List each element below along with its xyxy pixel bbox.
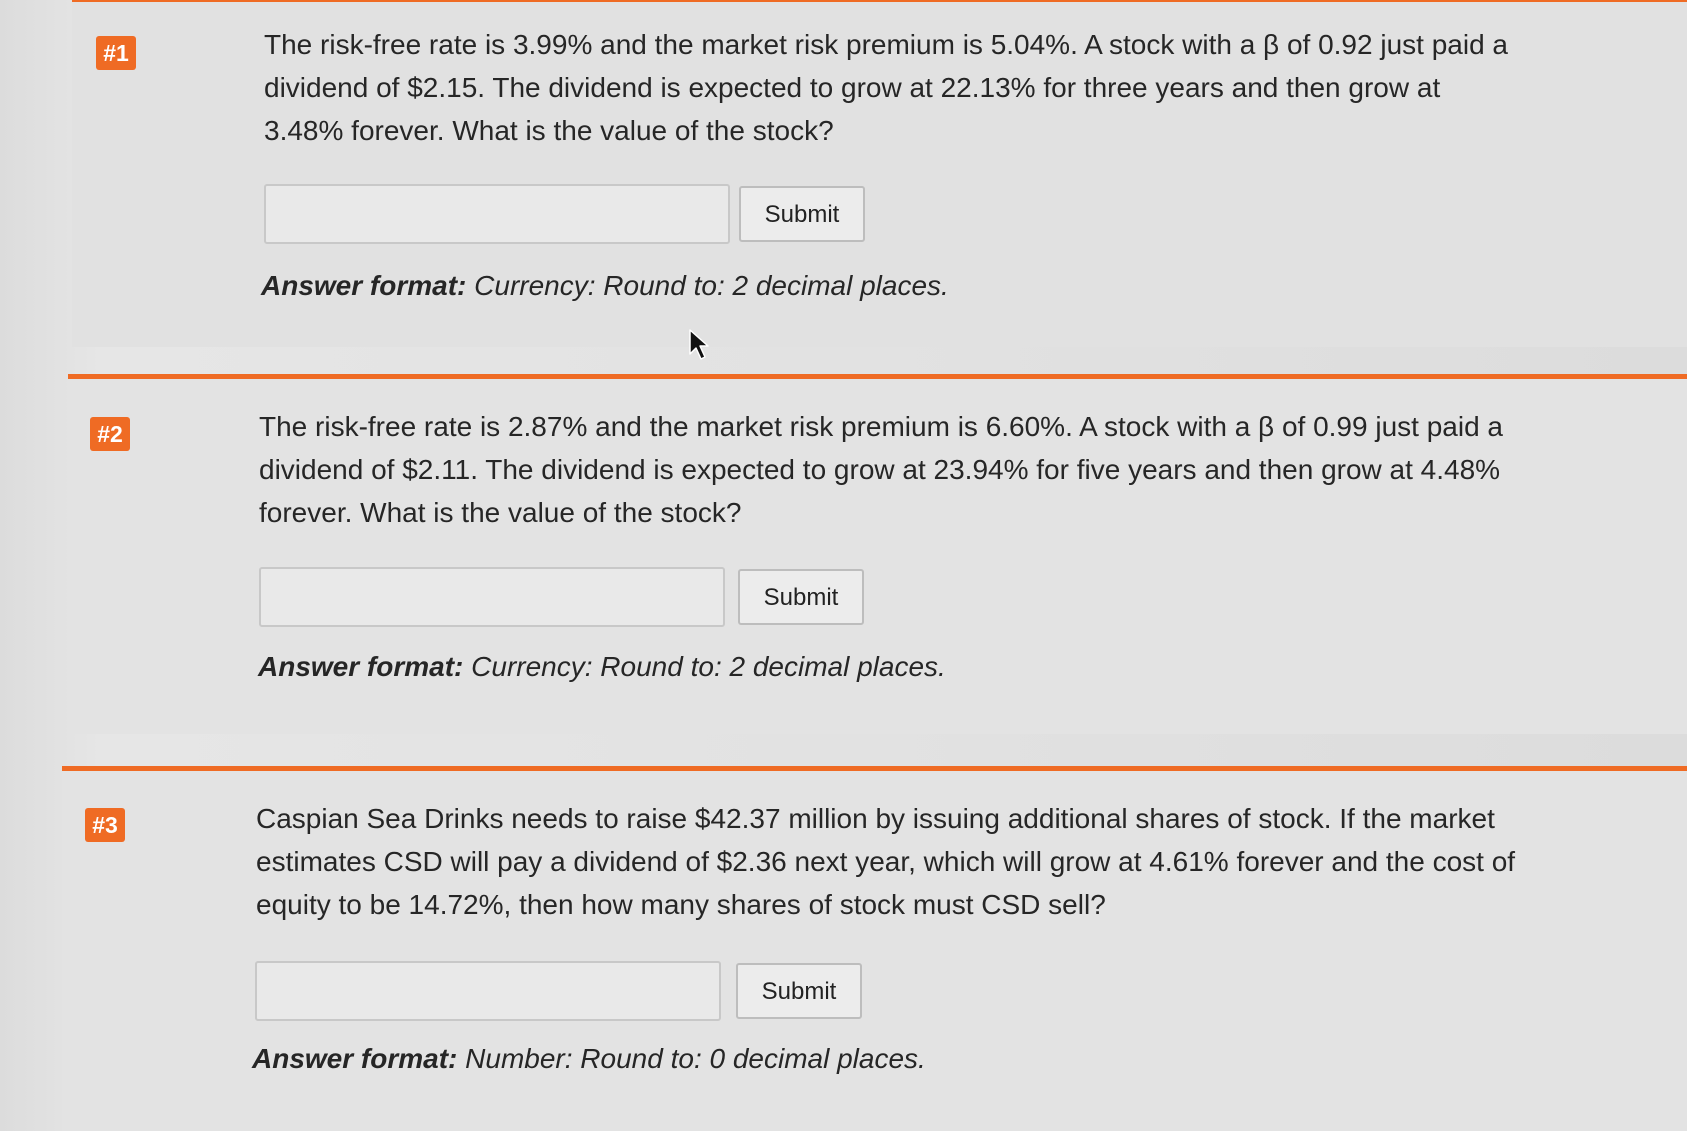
- mouse-pointer-icon: [689, 329, 709, 360]
- answer-input[interactable]: [264, 184, 730, 244]
- answer-input[interactable]: [255, 961, 721, 1021]
- question-2: #2 The risk-free rate is 2.87% and the m…: [68, 374, 1687, 734]
- answer-format: Answer format: Number: Round to: 0 decim…: [252, 1043, 926, 1075]
- answer-format: Answer format: Currency: Round to: 2 dec…: [261, 270, 949, 302]
- answer-format-label: Answer format:: [258, 651, 464, 682]
- question-text: Caspian Sea Drinks needs to raise $42.37…: [256, 803, 1516, 920]
- question-text: The risk-free rate is 3.99% and the mark…: [264, 29, 1508, 146]
- page: #1 The risk-free rate is 3.99% and the m…: [0, 0, 1687, 1131]
- submit-button[interactable]: Submit: [739, 186, 865, 242]
- answer-format-label: Answer format:: [261, 270, 467, 301]
- answer-format-value: Currency: Round to: 2 decimal places.: [471, 651, 946, 682]
- answer-format-value: Currency: Round to: 2 decimal places.: [474, 270, 949, 301]
- answer-format-label: Answer format:: [252, 1043, 458, 1074]
- question-1: #1 The risk-free rate is 3.99% and the m…: [72, 0, 1687, 347]
- answer-format-value: Number: Round to: 0 decimal places.: [465, 1043, 926, 1074]
- answer-format: Answer format: Currency: Round to: 2 dec…: [258, 651, 946, 683]
- question-text: The risk-free rate is 2.87% and the mark…: [259, 411, 1503, 528]
- question-3: #3 Caspian Sea Drinks needs to raise $42…: [62, 766, 1687, 1131]
- submit-button[interactable]: Submit: [738, 569, 864, 625]
- question-number-badge: #3: [85, 808, 125, 842]
- question-number-badge: #1: [96, 36, 136, 70]
- question-number-badge: #2: [90, 417, 130, 451]
- answer-input[interactable]: [259, 567, 725, 627]
- submit-button[interactable]: Submit: [736, 963, 862, 1019]
